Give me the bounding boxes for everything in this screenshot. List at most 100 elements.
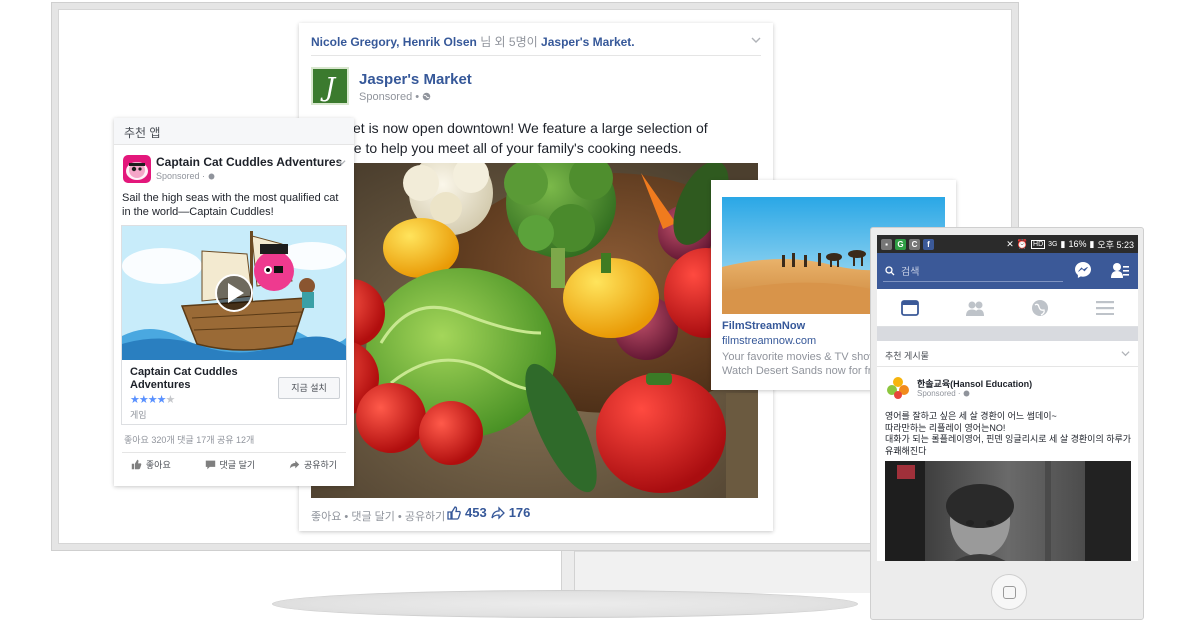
recommended-app-header: 추천 앱	[114, 118, 354, 145]
globe-icon	[1032, 299, 1049, 316]
install-now-button[interactable]: 지금 설치	[278, 377, 340, 399]
comment-button[interactable]: 댓글 달기	[205, 458, 256, 471]
divider	[122, 452, 346, 453]
stars-empty: ★	[165, 394, 175, 406]
tab-menu[interactable]	[1094, 297, 1116, 319]
app-name: Captain Cat Cuddles Adventures	[130, 366, 238, 391]
status-bar: ▪ G C f ✕ ⏰ HD 3G ▮ 16% ▮ 오후 5:23	[877, 235, 1138, 253]
like-button[interactable]: 좋아요	[131, 458, 171, 471]
post-text-line: 따라만하는 리플레이 영어는NO!	[885, 422, 1006, 433]
network-type: 3G	[1048, 240, 1058, 248]
main-feed-post: Nicole Gregory, Henrik Olsen 님 외 5명이 Jas…	[299, 23, 773, 531]
context-names-link[interactable]: Nicole Gregory, Henrik Olsen	[311, 35, 477, 49]
app-attachment[interactable]: Captain Cat Cuddles Adventures ★★★★★ 게임 …	[121, 225, 347, 425]
search-placeholder: 검색	[901, 267, 920, 278]
suggested-posts-header: 추천 게시물	[877, 341, 1138, 367]
comment-icon	[205, 460, 215, 470]
post-text-line: 영어를 잘하고 싶은 세 살 경환이 어느 썸데이~	[885, 411, 1057, 421]
bottom-nav-tabs	[877, 289, 1138, 327]
status-chip-talk: ▪	[881, 238, 892, 250]
post-text: 영어를 잘하고 싶은 세 살 경환이 어느 썸데이~ 따라만하는 리플레이 영어…	[885, 411, 1135, 457]
search-input[interactable]: 검색	[883, 260, 1063, 282]
tab-notifications[interactable]	[1029, 297, 1051, 319]
news-feed-icon	[900, 299, 919, 316]
share-count: 176	[508, 505, 531, 520]
chevron-down-icon[interactable]	[1121, 349, 1130, 358]
post-actions[interactable]: 좋아요 • 댓글 달기 • 공유하기	[311, 508, 445, 524]
app-ad-card: 추천 앱 Captain Cat Cuddles Adventures Spon…	[114, 118, 354, 486]
share-label: 공유하기	[303, 460, 338, 470]
context-page-link[interactable]: Jasper's Market.	[541, 35, 635, 49]
like-label: 좋아요	[145, 460, 171, 470]
ad-url-link[interactable]: filmstreamnow.com	[722, 335, 816, 347]
page-name-link[interactable]: Jasper's Market	[359, 71, 472, 88]
post-image-vegetables[interactable]	[311, 163, 758, 498]
battery-icon: ▮	[1089, 238, 1095, 249]
hamburger-menu-icon	[1096, 300, 1115, 315]
monitor-ledge	[575, 551, 871, 593]
app-category: 게임	[130, 410, 147, 420]
signal-icon: ▮	[1060, 238, 1066, 249]
ad-description: Your favorite movies & TV shows Watch De…	[722, 350, 872, 378]
social-context: Nicole Gregory, Henrik Olsen 님 외 5명이 Jas…	[311, 33, 635, 50]
section-title: 추천 게시물	[885, 351, 929, 361]
status-chip-c: C	[909, 238, 920, 250]
engagement-counts[interactable]: 좋아요 320개 댓글 17개 공유 12개	[124, 433, 254, 446]
comment-label: 댓글 달기	[219, 460, 256, 470]
suggested-post: 한솔교육(Hansol Education) Sponsored · 영어를 잘…	[877, 367, 1138, 561]
globe-icon	[422, 92, 431, 101]
sponsored-text: Sponsored ·	[156, 171, 208, 181]
home-square-icon	[1002, 585, 1016, 599]
search-icon	[885, 265, 895, 275]
tab-news-feed[interactable]	[899, 297, 921, 319]
friends-icon	[965, 301, 984, 316]
ad-title-link[interactable]: FilmStreamNow	[722, 320, 805, 332]
post-video-thumbnail[interactable]	[885, 461, 1131, 561]
phone-home-button[interactable]	[991, 574, 1027, 610]
ad-description-line: Watch Desert Sands now for free	[722, 365, 872, 377]
share-button[interactable]: 공유하기	[289, 458, 337, 471]
sponsored-label: Sponsored •	[359, 91, 431, 103]
monitor-neck	[561, 551, 575, 593]
status-chip-facebook: f	[923, 238, 934, 250]
app-video-thumbnail[interactable]	[122, 226, 346, 360]
ad-description-line: Your favorite movies & TV shows	[722, 351, 872, 363]
globe-icon	[963, 390, 970, 397]
sponsored-text: Sponsored ·	[917, 389, 963, 398]
share-arrow-icon	[289, 460, 300, 469]
post-text-line: 유쾌해진다	[885, 445, 927, 456]
battery-percent: 16%	[1068, 239, 1087, 249]
alarm-icon: ⏰	[1016, 238, 1029, 249]
tab-friends[interactable]	[964, 297, 986, 319]
post-stats: 453 176	[447, 505, 530, 520]
friend-requests-icon[interactable]	[1111, 262, 1129, 278]
feed-gap	[877, 327, 1138, 341]
mute-icon: ✕	[1006, 238, 1014, 249]
monitor-base	[272, 590, 858, 618]
sponsored-label: Sponsored ·	[917, 389, 970, 398]
chevron-down-icon[interactable]	[337, 158, 346, 167]
share-arrow-icon[interactable]	[491, 505, 505, 520]
sponsored-label: Sponsored ·	[156, 171, 215, 181]
hd-icon: HD	[1031, 239, 1046, 249]
app-logo[interactable]	[123, 155, 151, 183]
like-count: 453	[465, 505, 487, 520]
hansol-logo[interactable]	[885, 375, 911, 401]
globe-icon	[208, 173, 214, 180]
messenger-icon[interactable]	[1074, 261, 1092, 279]
thumbs-up-icon	[131, 459, 142, 470]
page-logo[interactable]: J	[311, 67, 349, 105]
context-suffix: 님 외 5명이	[480, 35, 538, 49]
stars-filled: ★★★★	[130, 394, 166, 406]
divider	[311, 55, 761, 56]
status-time: 오후 5:23	[1097, 239, 1134, 250]
post-action-bar: 좋아요 댓글 달기 공유하기	[114, 458, 354, 471]
ad-text: Sail the high seas with the most qualifi…	[122, 192, 339, 218]
chevron-down-icon[interactable]	[751, 35, 761, 45]
post-text-line: 대화가 되는 롤플레이영어, 핀덴 잉글리시로 세 살 경환이의 하루가	[885, 434, 1132, 444]
phone-screen: ▪ G C f ✕ ⏰ HD 3G ▮ 16% ▮ 오후 5:23 검색 추천 …	[877, 235, 1138, 561]
rating-stars: ★★★★★	[130, 393, 175, 406]
status-chip-g: G	[895, 238, 906, 250]
advertiser-name[interactable]: Captain Cat Cuddles Adventures	[156, 155, 342, 169]
thumbs-up-icon[interactable]	[447, 505, 461, 520]
